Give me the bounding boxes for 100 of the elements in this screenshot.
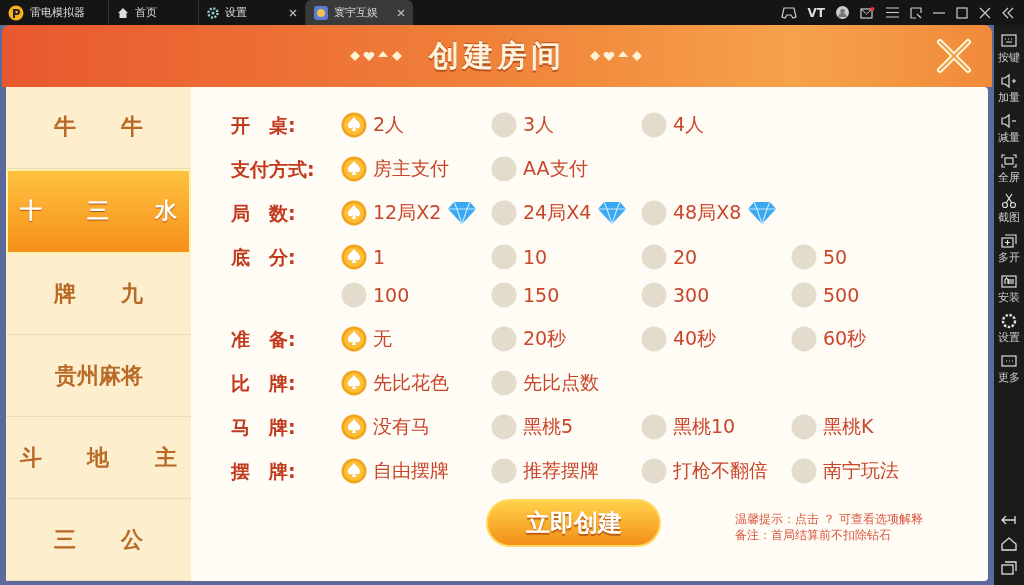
- radio-button[interactable]: [641, 244, 667, 270]
- radio-button[interactable]: [791, 326, 817, 352]
- option-text: 先比点数: [523, 370, 599, 395]
- option-text: 300: [673, 284, 710, 306]
- option-text: 打枪不翻倍: [673, 458, 768, 483]
- option-text: 500: [823, 284, 860, 306]
- radio-button[interactable]: [791, 414, 817, 440]
- option-text: 南宁玩法: [823, 458, 899, 483]
- radio-button[interactable]: [641, 326, 667, 352]
- radio-button[interactable]: [641, 414, 667, 440]
- close-icon[interactable]: [397, 8, 405, 17]
- option-text: 房主支付: [373, 156, 449, 181]
- vt-badge[interactable]: VT: [807, 5, 825, 20]
- dialog-title: 创建房间: [429, 36, 565, 75]
- radio-button[interactable]: [491, 244, 517, 270]
- radio-button[interactable]: [491, 458, 517, 484]
- radio-button[interactable]: [491, 370, 517, 396]
- sidebar-tool[interactable]: 全屏: [998, 153, 1020, 193]
- option-text: 没有马: [373, 414, 430, 439]
- gear-icon: [207, 6, 219, 19]
- volume-up-icon: [1000, 73, 1018, 89]
- radio-button[interactable]: [491, 414, 517, 440]
- hint-text: 备注：首局结算前不扣除钻石: [735, 527, 892, 543]
- card-suits-icon: [589, 50, 645, 62]
- radio-button[interactable]: [341, 244, 367, 270]
- radio-button[interactable]: [491, 326, 517, 352]
- option-text: 1: [373, 246, 386, 268]
- settings-icon: [1000, 313, 1018, 329]
- radio-button[interactable]: [641, 112, 667, 138]
- radio-button[interactable]: [341, 370, 367, 396]
- radio-button[interactable]: [641, 200, 667, 226]
- radio-button[interactable]: [641, 458, 667, 484]
- radio-button[interactable]: [341, 326, 367, 352]
- radio-button[interactable]: [341, 200, 367, 226]
- sidebar-tool[interactable]: 加量: [998, 73, 1020, 113]
- app-name: 雷电模拟器: [30, 5, 85, 20]
- scissors-icon: [1000, 193, 1018, 209]
- card-suits-icon: [349, 50, 405, 62]
- window-icon[interactable]: [910, 6, 922, 19]
- option-text: 自由摆牌: [373, 458, 449, 483]
- option-text: 50: [823, 246, 848, 268]
- sidebar-tool[interactable]: 更多: [998, 353, 1020, 393]
- option-text: 40秒: [673, 326, 717, 351]
- game-tab[interactable]: 贵州麻将: [6, 335, 191, 418]
- sidebar-tool[interactable]: 安装: [998, 273, 1020, 313]
- radio-button[interactable]: [791, 282, 817, 308]
- sidebar-tool[interactable]: 多开: [998, 233, 1020, 273]
- app-logo-icon: [8, 4, 24, 21]
- option-label: 开 桌:: [231, 113, 297, 138]
- home-icon: [117, 6, 129, 19]
- option-text: 2人: [373, 112, 405, 137]
- option-text: 100: [373, 284, 410, 306]
- radio-button[interactable]: [491, 156, 517, 182]
- radio-button[interactable]: [341, 282, 367, 308]
- radio-button[interactable]: [491, 200, 517, 226]
- game-tab[interactable]: 牌 九: [6, 253, 191, 336]
- sidebar-tool[interactable]: 按键: [998, 33, 1020, 73]
- radio-button[interactable]: [341, 414, 367, 440]
- game-tab[interactable]: 斗 地 主: [6, 417, 191, 500]
- option-text: 10: [523, 246, 548, 268]
- option-text: 4人: [673, 112, 705, 137]
- maximize-icon[interactable]: [956, 6, 968, 19]
- menu-icon[interactable]: [886, 7, 899, 18]
- game-tab[interactable]: 三 公: [6, 499, 191, 581]
- browser-tab[interactable]: 寰宇互娱: [305, 0, 413, 25]
- radio-button[interactable]: [341, 156, 367, 182]
- option-label: 准 备:: [231, 327, 297, 352]
- sidebar-tool[interactable]: 设置: [998, 313, 1020, 353]
- collapse-icon[interactable]: [1002, 6, 1014, 19]
- radio-button[interactable]: [341, 112, 367, 138]
- mail-icon[interactable]: [860, 6, 875, 19]
- game-tab[interactable]: 牛 牛: [6, 87, 191, 169]
- radio-button[interactable]: [491, 112, 517, 138]
- option-text: 3人: [523, 112, 555, 137]
- sidebar-tool[interactable]: 减量: [998, 113, 1020, 153]
- close-icon[interactable]: [979, 6, 991, 19]
- radio-button[interactable]: [491, 282, 517, 308]
- fullscreen-icon: [1000, 153, 1018, 169]
- option-label: 局 数:: [231, 201, 297, 226]
- option-label: 马 牌:: [231, 415, 297, 440]
- keyboard-icon: [1000, 33, 1018, 49]
- home-icon[interactable]: [1001, 537, 1017, 551]
- radio-button[interactable]: [791, 458, 817, 484]
- option-text: 黑桃5: [523, 414, 574, 439]
- user-avatar-icon[interactable]: [836, 6, 849, 19]
- recent-apps-icon[interactable]: [1001, 561, 1017, 575]
- windows-icon: [1000, 233, 1018, 249]
- option-text: 24局X4: [523, 200, 592, 225]
- radio-button[interactable]: [341, 458, 367, 484]
- radio-button[interactable]: [791, 244, 817, 270]
- sidebar-tool[interactable]: 截图: [998, 193, 1020, 233]
- gamepad-icon[interactable]: [780, 6, 797, 19]
- option-text: 黑桃K: [823, 414, 874, 439]
- back-icon[interactable]: [1001, 513, 1017, 527]
- option-text: 20秒: [523, 326, 567, 351]
- radio-button[interactable]: [641, 282, 667, 308]
- hint-text: 温馨提示：点击 ？ 可查看选项解释: [735, 511, 923, 527]
- option-label: 摆 牌:: [231, 459, 297, 484]
- close-icon[interactable]: [289, 8, 297, 17]
- option-text: 先比花色: [373, 370, 449, 395]
